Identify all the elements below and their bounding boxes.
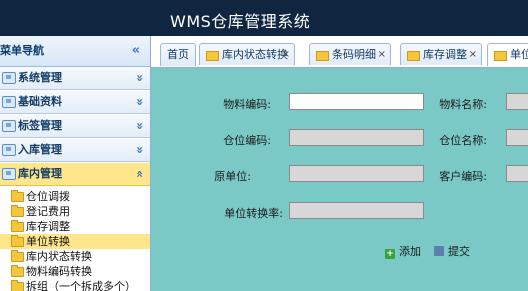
sidebar-item-inventory-adjustment[interactable]: 库存调整 — [0, 219, 150, 234]
sidebar-header: 菜单导航 « — [0, 36, 150, 67]
tab-barcode-detail[interactable]: 条码明细 × — [309, 43, 391, 65]
submenu: 仓位调拨 登记费用 库存调整 单位转换 库内状态转换 物料编码转换 拆组（一个拆… — [0, 187, 150, 291]
folder-icon — [11, 220, 24, 232]
menu-group-label-management[interactable]: 标签管理 » — [0, 115, 150, 138]
sidebar-item-label: 拆组（一个拆成多个） — [26, 280, 136, 291]
material-code-input[interactable] — [289, 93, 424, 110]
customer-code-field[interactable] — [506, 165, 528, 182]
sidebar-item-label: 库存调整 — [26, 220, 70, 233]
close-icon[interactable]: × — [378, 44, 386, 66]
folder-icon — [11, 250, 24, 262]
folder-icon — [11, 265, 24, 277]
expand-icon: » — [133, 146, 148, 154]
sidebar-title: 菜单导航 — [0, 44, 44, 57]
sidebar: 菜单导航 « 系统管理 » 基础资料 » 标签管理 » 入库管理 » 库内管理 … — [0, 36, 151, 291]
sidebar-item-label: 单位转换 — [26, 235, 70, 248]
tab-inventory-adjustment[interactable]: 库存调整 × — [400, 43, 482, 65]
folder-icon — [316, 51, 329, 61]
folder-icon — [11, 280, 24, 291]
original-unit-field[interactable] — [289, 165, 424, 182]
menu-group-basic-data[interactable]: 基础资料 » — [0, 91, 150, 114]
sidebar-item-unit-conversion[interactable]: 单位转换 — [0, 234, 150, 249]
menu-group-icon — [2, 96, 16, 108]
sidebar-item-split[interactable]: 拆组（一个拆成多个） — [0, 279, 150, 291]
tab-home[interactable]: 首页 — [160, 43, 196, 66]
tab-label: 单位 — [510, 48, 528, 61]
add-button[interactable]: + 添加 — [385, 243, 421, 259]
unit-conversion-rate-field[interactable] — [289, 202, 424, 219]
material-name-label: 物料名称: — [439, 98, 487, 111]
sidebar-item-label: 物料编码转换 — [26, 265, 92, 278]
expand-icon: » — [133, 98, 148, 106]
menu-group-label: 基础资料 — [18, 95, 62, 108]
printer-icon — [434, 246, 444, 256]
location-name-label: 仓位名称: — [439, 134, 487, 147]
folder-icon — [407, 51, 420, 61]
sidebar-item-location-transfer[interactable]: 仓位调拨 — [0, 189, 150, 204]
unit-conversion-form: 物料编码: 物料名称: 仓位编码: 仓位名称: 原单位: 客户编码: 单位转换率… — [151, 68, 528, 291]
add-button-label: 添加 — [399, 245, 421, 258]
tab-unit-conversion[interactable]: 单位 — [487, 43, 528, 66]
menu-group-label: 系统管理 — [18, 71, 62, 84]
menu-group-warehouse-management[interactable]: 库内管理 « — [0, 163, 150, 186]
folder-icon — [206, 51, 219, 61]
submit-button[interactable]: 提交 — [434, 243, 470, 259]
original-unit-label: 原单位: — [214, 170, 251, 183]
folder-icon — [11, 235, 24, 247]
menu-group-label: 入库管理 — [18, 143, 62, 156]
menu-group-label: 库内管理 — [18, 167, 62, 180]
expand-icon: » — [133, 122, 148, 130]
menu-group-label: 标签管理 — [18, 119, 62, 132]
tab-status-conversion[interactable]: 库内状态转换 × — [199, 43, 295, 65]
menu-group-icon — [2, 120, 16, 132]
folder-icon — [11, 190, 24, 202]
collapse-sidebar-icon[interactable]: « — [132, 36, 140, 66]
menu-group-icon — [2, 168, 16, 180]
location-code-label: 仓位编码: — [223, 134, 271, 147]
app-header: WMS仓库管理系统 — [0, 0, 528, 36]
tab-bar: 首页 库内状态转换 × 条码明细 × 库存调整 × 单位 — [151, 36, 528, 68]
sidebar-item-label: 登记费用 — [26, 205, 70, 218]
sidebar-item-register-fees[interactable]: 登记费用 — [0, 204, 150, 219]
location-name-field[interactable] — [506, 129, 528, 146]
folder-icon — [11, 205, 24, 217]
location-code-field[interactable] — [289, 129, 424, 146]
menu-group-icon — [2, 144, 16, 156]
tab-label: 条码明细 — [332, 48, 376, 61]
material-code-label: 物料编码: — [223, 98, 271, 111]
customer-code-label: 客户编码: — [439, 170, 487, 183]
sidebar-item-status-conversion[interactable]: 库内状态转换 — [0, 249, 150, 264]
tab-label: 首页 — [167, 48, 189, 61]
menu-group-inbound-management[interactable]: 入库管理 » — [0, 139, 150, 162]
submit-button-label: 提交 — [448, 245, 470, 258]
sidebar-item-label: 库内状态转换 — [26, 250, 92, 263]
material-name-field[interactable] — [506, 93, 528, 110]
close-icon[interactable]: × — [282, 44, 290, 66]
folder-icon — [494, 51, 507, 61]
tab-label: 库存调整 — [423, 48, 467, 61]
unit-conversion-rate-label: 单位转换率: — [224, 207, 283, 220]
expand-icon: » — [133, 74, 148, 82]
sidebar-item-label: 仓位调拨 — [26, 190, 70, 203]
menu-group-system-management[interactable]: 系统管理 » — [0, 67, 150, 90]
close-icon[interactable]: × — [469, 44, 477, 66]
app-title: WMS仓库管理系统 — [170, 12, 311, 31]
menu-group-icon — [2, 72, 16, 84]
collapse-icon: « — [133, 170, 148, 178]
sidebar-item-material-code-conversion[interactable]: 物料编码转换 — [0, 264, 150, 279]
tab-label: 库内状态转换 — [222, 48, 288, 61]
plus-icon: + — [385, 249, 395, 259]
